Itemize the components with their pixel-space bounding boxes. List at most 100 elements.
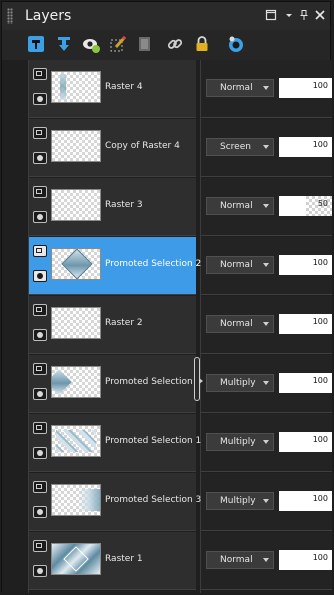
layer-thumbnail[interactable]	[51, 366, 101, 398]
layer-thumbnail[interactable]	[51, 484, 101, 516]
blend-mode-label: Normal	[220, 319, 253, 329]
lock-icon[interactable]	[192, 34, 212, 54]
blend-mode-label: Multiply	[220, 378, 256, 388]
grip-icon[interactable]	[7, 8, 13, 24]
blend-mode-dropdown[interactable]: Multiply	[206, 433, 274, 451]
opacity-slider[interactable]: 100	[279, 550, 332, 570]
layer-type-icon[interactable]	[33, 481, 47, 493]
new-raster-layer-icon[interactable]	[26, 34, 46, 54]
layer-type-icon[interactable]	[33, 363, 47, 375]
layer-type-icon[interactable]	[33, 245, 47, 257]
layer-row[interactable]: Promoted Selection Multiply 100	[2, 355, 332, 413]
layer-thumbnail[interactable]	[51, 307, 101, 339]
link-icon[interactable]	[165, 34, 185, 54]
restore-icon[interactable]	[264, 9, 278, 23]
pin-icon[interactable]	[297, 9, 311, 23]
eye-icon[interactable]	[33, 506, 47, 518]
layer-name: Promoted Selection 3	[105, 495, 202, 505]
layer-type-icon[interactable]	[33, 540, 47, 552]
layer-thumbnail[interactable]	[51, 543, 101, 575]
layer-row[interactable]: Promoted Selection 2 Normal 100	[2, 237, 332, 295]
layer-type-icon[interactable]	[33, 68, 47, 80]
close-icon[interactable]	[313, 9, 327, 23]
layer-type-icon[interactable]	[33, 422, 47, 434]
panel-title-bar[interactable]: Layers	[2, 2, 330, 30]
opacity-value: 100	[312, 376, 328, 385]
opacity-slider[interactable]: 100	[279, 255, 332, 275]
layer-row[interactable]: Raster 3 Normal 50	[2, 178, 332, 236]
blend-mode-dropdown[interactable]: Multiply	[206, 492, 274, 510]
layer-row[interactable]: Copy of Raster 4 Screen 100	[2, 119, 332, 177]
blend-mode-dropdown[interactable]: Multiply	[206, 374, 274, 392]
layer-row[interactable]: Raster 2 Normal 100	[2, 296, 332, 354]
eye-icon[interactable]	[33, 329, 47, 341]
layer-name: Copy of Raster 4	[105, 141, 180, 151]
blend-mode-label: Normal	[220, 260, 253, 270]
layer-settings: Normal 100	[201, 532, 332, 590]
delete-layer-icon[interactable]	[134, 34, 154, 54]
layer-info[interactable]: Raster 3	[29, 178, 196, 236]
eye-icon[interactable]	[33, 211, 47, 223]
layer-info[interactable]: Promoted Selection 2	[29, 237, 201, 295]
dropdown-icon[interactable]	[282, 9, 296, 23]
layer-name: Raster 4	[105, 82, 143, 92]
layer-type-icon[interactable]	[33, 127, 47, 139]
eye-icon[interactable]	[33, 270, 47, 282]
layer-name: Promoted Selection 2	[105, 259, 202, 269]
opacity-slider[interactable]: 100	[279, 432, 332, 452]
layer-thumbnail[interactable]	[51, 130, 101, 162]
opacity-slider[interactable]: 100	[279, 491, 332, 511]
merge-down-icon[interactable]	[54, 34, 74, 54]
visibility-icon[interactable]	[81, 34, 101, 54]
opacity-slider[interactable]: 100	[279, 137, 332, 157]
splitter-arrow-icon	[199, 378, 203, 384]
layer-name: Raster 2	[105, 318, 143, 328]
layer-row[interactable]: Promoted Selection 1 Multiply 100	[2, 414, 332, 472]
layer-row[interactable]: Raster 4 Normal 100	[2, 60, 332, 118]
blend-mode-dropdown[interactable]: Screen	[206, 138, 274, 156]
blend-mode-dropdown[interactable]: Normal	[206, 551, 274, 569]
eye-icon[interactable]	[33, 93, 47, 105]
blend-mode-dropdown[interactable]: Normal	[206, 315, 274, 333]
layer-type-icon[interactable]	[33, 186, 47, 198]
layer-info[interactable]: Promoted Selection	[29, 355, 196, 413]
layer-settings: Normal 100	[201, 60, 332, 118]
opacity-slider[interactable]: 50	[279, 196, 332, 216]
chevron-down-icon	[263, 558, 269, 562]
opacity-slider[interactable]: 100	[279, 373, 332, 393]
eye-icon[interactable]	[33, 152, 47, 164]
chevron-down-icon	[263, 145, 269, 149]
layer-settings: Multiply 100	[201, 414, 332, 472]
layer-row[interactable]: Promoted Selection 3 Multiply 100	[2, 473, 332, 531]
properties-icon[interactable]	[226, 34, 246, 54]
layer-row[interactable]: Raster 1 Normal 100	[2, 532, 332, 590]
eye-icon[interactable]	[33, 447, 47, 459]
layer-info[interactable]: Promoted Selection 3	[29, 473, 201, 531]
layer-thumbnail[interactable]	[51, 71, 101, 103]
opacity-slider[interactable]: 100	[279, 314, 332, 334]
chevron-down-icon	[263, 381, 269, 385]
layer-thumbnail[interactable]	[51, 189, 101, 221]
layer-settings: Multiply 100	[201, 473, 332, 531]
blend-mode-dropdown[interactable]: Normal	[206, 256, 274, 274]
layer-info[interactable]: Promoted Selection 1	[29, 414, 201, 472]
blend-mode-dropdown[interactable]: Normal	[206, 197, 274, 215]
panel-title: Layers	[25, 8, 72, 24]
layer-info[interactable]: Copy of Raster 4	[29, 119, 196, 177]
blend-mode-dropdown[interactable]: Normal	[206, 79, 274, 97]
layer-info[interactable]: Raster 2	[29, 296, 196, 354]
layer-thumbnail[interactable]	[51, 425, 101, 457]
layer-type-icon[interactable]	[33, 304, 47, 316]
layer-info[interactable]: Raster 1	[29, 532, 196, 590]
layer-info[interactable]: Raster 4	[29, 60, 196, 118]
layer-name: Raster 1	[105, 554, 143, 564]
opacity-fill	[279, 196, 306, 216]
layer-thumbnail[interactable]	[51, 248, 101, 280]
blend-mode-label: Multiply	[220, 496, 256, 506]
layer-settings: Normal 100	[201, 296, 332, 354]
edit-selection-icon[interactable]	[108, 34, 128, 54]
opacity-slider[interactable]: 100	[279, 78, 332, 98]
eye-icon[interactable]	[33, 388, 47, 400]
eye-icon[interactable]	[33, 565, 47, 577]
layer-name: Promoted Selection 1	[105, 436, 202, 446]
